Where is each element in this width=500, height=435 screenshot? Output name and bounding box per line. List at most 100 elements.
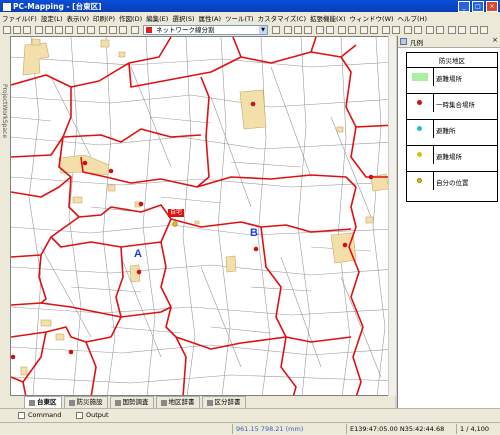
- layer-settings-icon[interactable]: [272, 26, 280, 34]
- tool-c-icon[interactable]: [304, 26, 312, 34]
- legend-item: 避難場所: [407, 145, 497, 164]
- tool-k-icon[interactable]: [392, 26, 400, 34]
- open-folder-icon[interactable]: [13, 26, 21, 34]
- pan-icon[interactable]: [119, 26, 127, 34]
- new-file-icon[interactable]: [3, 26, 11, 34]
- maximize-button[interactable]: □: [472, 1, 484, 12]
- tool-n-icon[interactable]: [426, 26, 434, 34]
- save-icon[interactable]: [23, 26, 31, 34]
- tab-output[interactable]: Output: [76, 411, 109, 420]
- menu-print[interactable]: 印刷(P): [91, 13, 117, 23]
- menu-bar: ファイル(F) 設定(L) 表示(V) 印刷(P) 作図(D) 編集(E) 選択…: [0, 12, 500, 24]
- zoom-in-icon[interactable]: [99, 26, 107, 34]
- map-svg[interactable]: [11, 37, 395, 396]
- gathering-point[interactable]: [250, 101, 256, 107]
- building: [100, 39, 110, 48]
- app-icon: [2, 2, 12, 12]
- tab-command[interactable]: Command: [18, 411, 61, 420]
- redo-icon[interactable]: [87, 26, 95, 34]
- tool-p-icon[interactable]: [448, 26, 456, 34]
- gathering-point[interactable]: [108, 168, 114, 174]
- legend-panel: 凡例 × 防災地区 避難場所 一時集合場所 避難所 避難場所 自分の位置: [397, 36, 500, 408]
- tool-l-icon[interactable]: [404, 26, 412, 34]
- print-icon[interactable]: [35, 26, 43, 34]
- legend-panel-header: 凡例 ×: [398, 36, 500, 48]
- cyan-dot-icon: [417, 126, 422, 131]
- close-icon[interactable]: ×: [492, 36, 498, 44]
- building: [72, 196, 83, 204]
- project-workspace-label: ProjectWorkSpace: [1, 84, 8, 139]
- menu-customize[interactable]: カスタマイズ(C): [256, 13, 308, 23]
- tool-j-icon[interactable]: [382, 26, 390, 34]
- tab-division-dictionary[interactable]: 区分辞書: [201, 396, 246, 408]
- tool-s-icon[interactable]: [480, 26, 488, 34]
- tool-h-icon[interactable]: [360, 26, 368, 34]
- tool-d-icon[interactable]: [316, 26, 324, 34]
- layer-icon[interactable]: [131, 26, 139, 34]
- status-scale: 1 / 4,100: [456, 424, 489, 434]
- tool-b-icon[interactable]: [294, 26, 302, 34]
- menu-help[interactable]: ヘルプ(H): [396, 13, 429, 23]
- tool-g-icon[interactable]: [348, 26, 356, 34]
- output-icon: [76, 412, 83, 419]
- title-bar: PC-Mapping - [台東区] _ □ ×: [0, 0, 500, 12]
- menu-settings[interactable]: 設定(L): [39, 13, 65, 23]
- tab-census[interactable]: 国勢調査: [109, 396, 154, 408]
- minimize-button[interactable]: _: [458, 1, 470, 12]
- gathering-point[interactable]: [138, 201, 144, 207]
- tool-i-icon[interactable]: [370, 26, 378, 34]
- tab-taito[interactable]: 台東区: [24, 396, 62, 408]
- undo-icon[interactable]: [77, 26, 85, 34]
- legend-item: 一時集合場所: [407, 93, 497, 112]
- legend-item-label: 避難所: [436, 127, 456, 135]
- tool-r-icon[interactable]: [470, 26, 478, 34]
- gathering-point[interactable]: [82, 160, 88, 166]
- menu-file[interactable]: ファイル(F): [0, 13, 39, 23]
- tool-m-icon[interactable]: [414, 26, 422, 34]
- tab-district-dictionary[interactable]: 地区辞書: [155, 396, 200, 408]
- layer-combo[interactable]: ネットワーク線分割 ▼: [143, 25, 268, 35]
- building: [194, 220, 200, 225]
- position-dot-icon: [417, 178, 422, 183]
- gathering-point[interactable]: [253, 246, 259, 252]
- gathering-point[interactable]: [11, 354, 16, 360]
- legend-table: 防災地区 避難場所 一時集合場所 避難所 避難場所 自分の位置: [406, 52, 498, 202]
- menu-extensions[interactable]: 拡張機能(X): [308, 13, 348, 23]
- menu-select[interactable]: 選択(S): [170, 13, 196, 23]
- legend-item: 避難所: [407, 119, 497, 138]
- menu-window[interactable]: ウィンドウ(W): [348, 13, 396, 23]
- menu-attribute[interactable]: 属性(A): [197, 13, 224, 23]
- gathering-point[interactable]: [368, 174, 374, 180]
- tool-a-icon[interactable]: [284, 26, 292, 34]
- gathering-point[interactable]: [136, 269, 142, 275]
- zoom-out-icon[interactable]: [109, 26, 117, 34]
- tab-icon: [68, 399, 75, 406]
- tool-f-icon[interactable]: [338, 26, 346, 34]
- gathering-point[interactable]: [68, 349, 74, 355]
- map-vertical-scrollbar[interactable]: [388, 36, 396, 396]
- tool-e-icon[interactable]: [326, 26, 334, 34]
- legend-item-label: 一時集合場所: [436, 101, 475, 109]
- window-title: PC-Mapping - [台東区]: [13, 2, 102, 11]
- legend-item: 避難場所: [407, 67, 497, 86]
- chevron-down-icon[interactable]: ▼: [259, 26, 267, 34]
- menu-view[interactable]: 表示(V): [65, 13, 92, 23]
- gathering-point[interactable]: [342, 242, 348, 248]
- paste-icon[interactable]: [65, 26, 73, 34]
- menu-tools[interactable]: ツール(T): [223, 13, 256, 23]
- buildings: [20, 38, 390, 376]
- current-position-point[interactable]: [172, 221, 178, 227]
- menu-edit[interactable]: 編集(E): [144, 13, 170, 23]
- tool-o-icon[interactable]: [436, 26, 444, 34]
- map-canvas[interactable]: 自宅 A B: [10, 36, 395, 396]
- tool-q-icon[interactable]: [458, 26, 466, 34]
- tab-disaster-facilities[interactable]: 防災施設: [63, 396, 108, 408]
- close-button[interactable]: ×: [486, 1, 498, 12]
- cut-icon[interactable]: [45, 26, 53, 34]
- tab-icon: [206, 399, 213, 406]
- copy-icon[interactable]: [55, 26, 63, 34]
- menu-draw[interactable]: 作図(D): [117, 13, 144, 23]
- home-marker-label: 自宅: [168, 209, 185, 217]
- status-coordinates: 961.15 798.21 (mm): [232, 424, 303, 434]
- point-label-b: B: [250, 227, 258, 239]
